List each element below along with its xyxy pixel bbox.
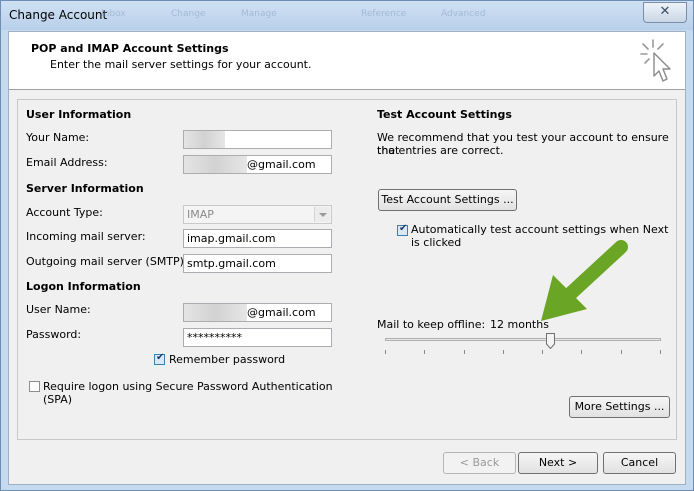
redacted-value bbox=[184, 304, 247, 321]
account-type-select[interactable]: IMAP bbox=[183, 205, 332, 224]
outgoing-server-input[interactable]: smtp.gmail.com bbox=[183, 254, 332, 273]
auto-test-label-line2: is clicked bbox=[411, 236, 462, 249]
cancel-button[interactable]: Cancel bbox=[603, 452, 676, 474]
test-description-line2: the entries are correct. bbox=[377, 144, 504, 157]
close-button[interactable]: ✕ bbox=[643, 2, 687, 23]
outgoing-server-label: Outgoing mail server (SMTP): bbox=[26, 255, 188, 268]
ghost-toolbar-item: Advanced bbox=[441, 9, 486, 19]
your-name-label: Your Name: bbox=[26, 131, 90, 144]
email-address-label: Email Address: bbox=[26, 156, 108, 169]
slider-tick bbox=[464, 350, 465, 354]
spa-label-line2: (SPA) bbox=[43, 393, 73, 406]
redacted-value bbox=[184, 156, 247, 173]
title-bar: Change Account Inbox Change Manage Refer… bbox=[1, 1, 693, 30]
server-information-heading: Server Information bbox=[26, 182, 144, 195]
more-settings-button[interactable]: More Settings ... bbox=[569, 396, 670, 418]
offline-slider-thumb[interactable] bbox=[546, 333, 555, 349]
change-account-window: Change Account Inbox Change Manage Refer… bbox=[0, 0, 694, 491]
slider-tick bbox=[424, 350, 425, 354]
incoming-server-label: Incoming mail server: bbox=[26, 230, 146, 243]
header-title: POP and IMAP Account Settings bbox=[31, 42, 229, 55]
annotation-arrow-icon bbox=[541, 240, 628, 321]
user-information-heading: User Information bbox=[26, 108, 132, 121]
slider-tick bbox=[542, 350, 543, 354]
email-address-input[interactable]: @gmail.com bbox=[183, 155, 332, 174]
mail-offline-label: Mail to keep offline: bbox=[377, 318, 486, 331]
auto-test-checkbox[interactable]: ✔ bbox=[397, 223, 408, 236]
user-name-input[interactable]: @gmail.com bbox=[183, 303, 332, 322]
checkmark-icon: ✔ bbox=[156, 352, 165, 363]
offline-slider-track[interactable] bbox=[385, 338, 661, 341]
window-title: Change Account bbox=[9, 8, 108, 22]
slider-tick bbox=[581, 350, 582, 354]
test-account-settings-heading: Test Account Settings bbox=[377, 108, 512, 121]
test-account-settings-button[interactable]: Test Account Settings ... bbox=[378, 189, 517, 211]
redacted-value bbox=[184, 131, 225, 148]
ghost-toolbar-item: Manage bbox=[241, 9, 277, 19]
dialog-header: POP and IMAP Account Settings Enter the … bbox=[9, 32, 685, 90]
remember-password-label: Remember password bbox=[169, 353, 286, 366]
ghost-toolbar-item: Reference bbox=[361, 9, 407, 19]
checkmark-icon: ✔ bbox=[399, 223, 408, 234]
slider-tick bbox=[621, 350, 622, 354]
header-subtitle: Enter the mail server settings for your … bbox=[50, 58, 312, 71]
slider-tick bbox=[385, 350, 386, 354]
remember-password-checkbox[interactable]: ✔ bbox=[154, 352, 165, 365]
your-name-input[interactable] bbox=[183, 130, 332, 149]
slider-tick bbox=[660, 350, 661, 354]
close-icon: ✕ bbox=[659, 4, 671, 19]
password-input[interactable]: ********** bbox=[183, 328, 332, 347]
account-type-label: Account Type: bbox=[26, 206, 103, 219]
chevron-down-icon bbox=[314, 207, 330, 222]
next-button[interactable]: Next > bbox=[518, 452, 598, 474]
ghost-toolbar-item: Change bbox=[171, 9, 206, 19]
incoming-server-input[interactable]: imap.gmail.com bbox=[183, 229, 332, 248]
password-label: Password: bbox=[26, 328, 82, 341]
spa-label-line1: Require logon using Secure Password Auth… bbox=[43, 380, 333, 393]
slider-tick bbox=[503, 350, 504, 354]
cursor-sparkle-icon bbox=[640, 39, 671, 82]
spa-checkbox[interactable] bbox=[29, 381, 40, 392]
ghost-toolbar-item: Inbox bbox=[101, 9, 126, 19]
back-button[interactable]: < Back bbox=[443, 452, 516, 474]
user-name-label: User Name: bbox=[26, 303, 91, 316]
logon-information-heading: Logon Information bbox=[26, 280, 141, 293]
